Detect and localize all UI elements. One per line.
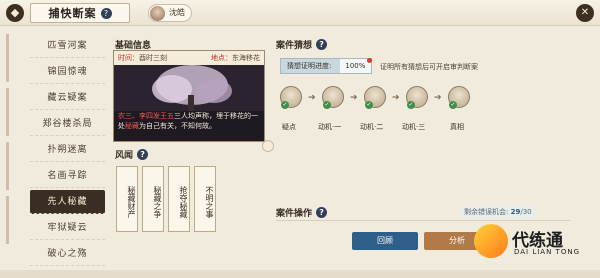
rail-decor xyxy=(6,88,20,136)
close-button[interactable]: ✕ xyxy=(576,4,594,22)
node-label: 动机·三 xyxy=(402,123,426,131)
check-icon: ✓ xyxy=(365,101,373,109)
rumor-scroll[interactable]: 抢夺秘藏 xyxy=(168,166,190,232)
ops-title: 案件操作 ? xyxy=(276,206,328,219)
panel-divider-icon xyxy=(262,140,274,152)
help-icon[interactable]: ? xyxy=(316,39,328,50)
help-icon[interactable]: ? xyxy=(316,207,328,218)
check-icon: ✓ xyxy=(407,101,415,109)
rail-decor xyxy=(6,196,20,244)
place-value: 东海移花 xyxy=(232,54,260,62)
sidebar-item-case-3[interactable]: 藏云疑案 xyxy=(30,86,105,110)
avatar xyxy=(150,6,165,21)
case-list: 匹雪河案 锦园惊魂 藏云疑案 郑谷楼杀局 扑朔迷离 名画寻踪 先人秘藏 牢狱疑云… xyxy=(30,34,105,278)
notification-dot xyxy=(367,58,372,63)
back-button[interactable]: ◆ xyxy=(6,4,24,22)
character-chip[interactable]: 沈皓 xyxy=(148,4,192,22)
sidebar-item-case-6[interactable]: 名画寻踪 xyxy=(30,164,105,188)
progress-box: 猜想证明进度: 100% xyxy=(280,58,372,74)
thought-title: 案件猜想 ? xyxy=(276,38,328,51)
deduction-chain: ✓ ➔ ✓ ➔ ✓ ➔ ✓ ➔ ✓ 疑点 动机·一 动机·二 动机·三 真相 xyxy=(280,86,490,136)
sidebar-item-case-4[interactable]: 郑谷楼杀局 xyxy=(30,112,105,136)
node-label: 动机·二 xyxy=(360,123,384,131)
sidebar-item-case-5[interactable]: 扑朔迷离 xyxy=(30,138,105,162)
time-value: 酉时三刻 xyxy=(139,54,167,62)
watermark-logo: 代练通 DAI LIAN TONG xyxy=(470,218,598,276)
check-icon: ✓ xyxy=(449,101,457,109)
rail-decor xyxy=(6,142,20,190)
fengwen-title: 风闻 ? xyxy=(115,148,149,161)
progress-label: 猜想证明进度: xyxy=(287,62,332,70)
check-icon: ✓ xyxy=(281,101,289,109)
rail-decor xyxy=(6,34,20,82)
node-label: 真相 xyxy=(450,123,464,131)
place-label: 地点： xyxy=(211,54,232,62)
arrow-right-icon: ➔ xyxy=(392,93,400,103)
bottom-bar xyxy=(0,270,600,278)
help-icon[interactable]: ? xyxy=(137,149,149,160)
page-title: 捕快断案 xyxy=(48,7,97,20)
deduction-node[interactable]: ✓ xyxy=(448,86,470,109)
node-label: 动机·一 xyxy=(318,123,342,131)
time-label: 时间： xyxy=(118,54,139,62)
review-button[interactable]: 回顾 xyxy=(352,232,418,250)
title-plate: 捕快断案 ? xyxy=(30,3,130,23)
arrow-right-icon: ➔ xyxy=(308,93,316,103)
help-icon[interactable]: ? xyxy=(100,7,112,19)
case-card: 时间：酉时三刻 地点：东海移花 农三、李四发王五三人均声称，埋于移花的一处秘藏为… xyxy=(113,50,265,142)
close-icon: ✕ xyxy=(580,7,590,18)
case-description: 农三、李四发王五三人均声称，埋于移花的一处秘藏为自己有关，不知何故。 xyxy=(118,112,258,130)
node-label: 疑点 xyxy=(282,123,296,131)
logo-icon xyxy=(474,224,508,258)
deduction-node[interactable]: ✓ xyxy=(364,86,386,109)
side-rail xyxy=(6,34,20,278)
sidebar-item-case-2[interactable]: 锦园惊魂 xyxy=(30,60,105,84)
sidebar-item-case-8[interactable]: 牢狱疑云 xyxy=(30,216,105,240)
sidebar-item-case-1[interactable]: 匹雪河案 xyxy=(30,34,105,58)
character-name: 沈皓 xyxy=(169,8,185,17)
progress-hint: 证明所有猜想后可开启审判断案 xyxy=(380,63,478,71)
rumor-scroll[interactable]: 秘藏之争 xyxy=(142,166,164,232)
deduction-node[interactable]: ✓ xyxy=(322,86,344,109)
remaining-chances: 剩余错误机会: 29/30 xyxy=(460,206,536,218)
card-header: 时间：酉时三刻 地点：东海移花 xyxy=(114,51,264,65)
logo-subtext: DAI LIAN TONG xyxy=(514,248,581,256)
deduction-node[interactable]: ✓ xyxy=(280,86,302,109)
rumor-scroll[interactable]: 秘藏财产 xyxy=(116,166,138,232)
top-bar: ◆ 捕快断案 ? 沈皓 ✕ xyxy=(0,0,600,26)
sidebar-item-case-9[interactable]: 破心之殇 xyxy=(30,242,105,266)
check-icon: ✓ xyxy=(323,101,331,109)
arrow-right-icon: ➔ xyxy=(350,93,358,103)
deduction-node[interactable]: ✓ xyxy=(406,86,428,109)
diamond-back-icon: ◆ xyxy=(10,6,20,19)
rumor-scroll[interactable]: 不明之事 xyxy=(194,166,216,232)
arrow-right-icon: ➔ xyxy=(434,93,442,103)
sidebar-item-case-7[interactable]: 先人秘藏 xyxy=(30,190,105,214)
